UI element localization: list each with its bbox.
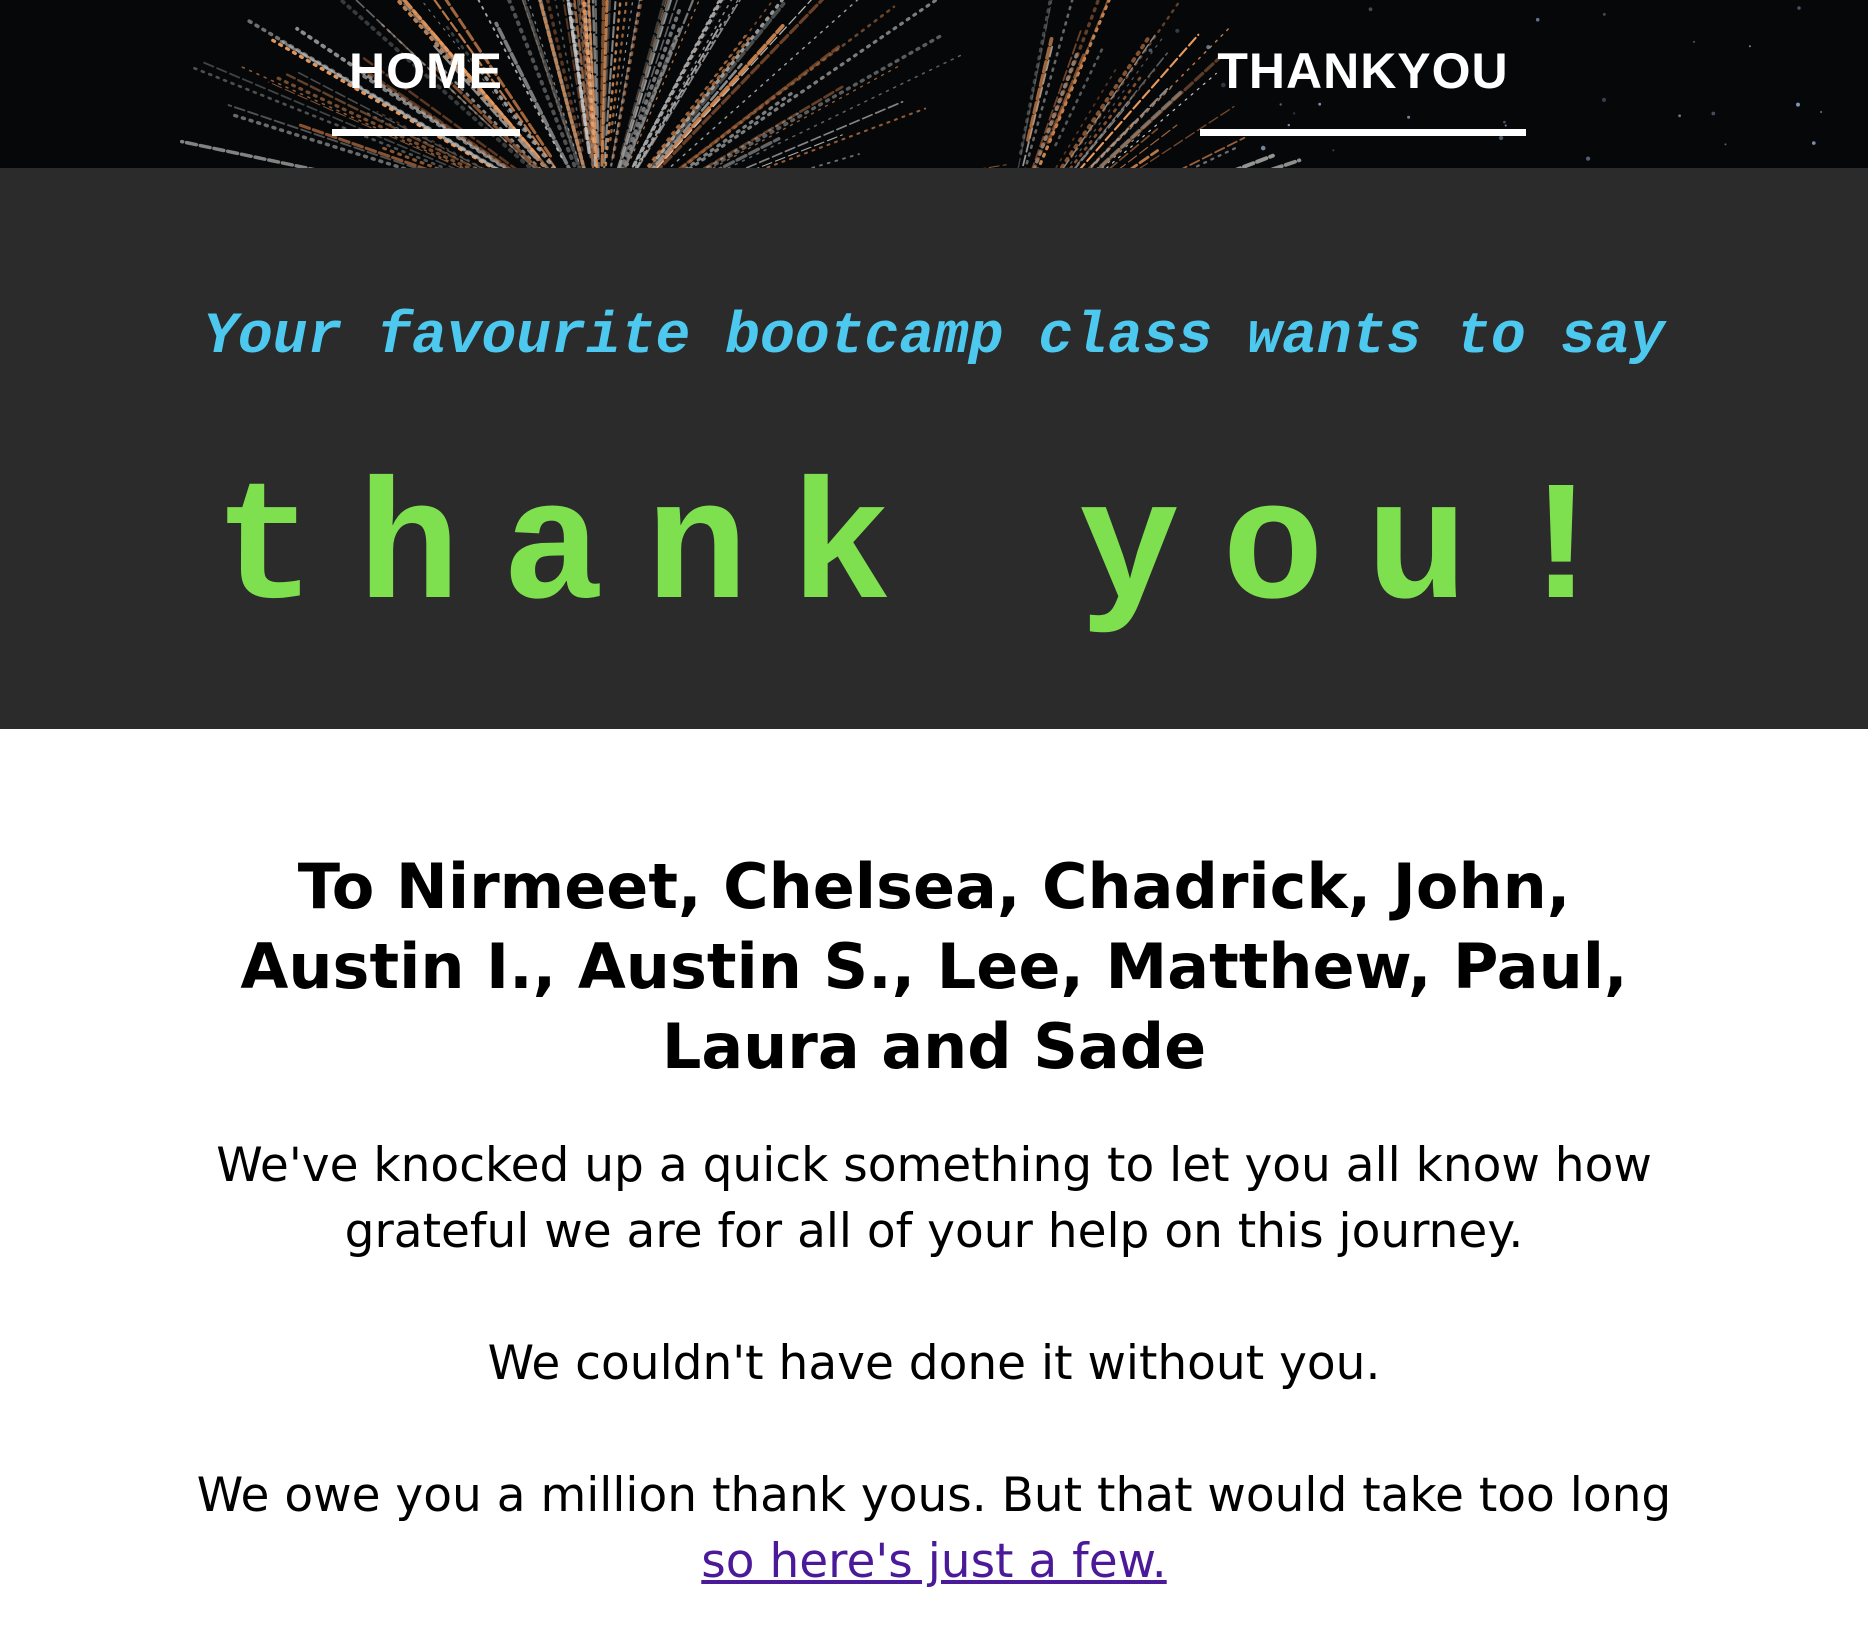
star-dot [1586, 156, 1591, 161]
page: HOME THANKYOU Your favourite bootcamp cl… [0, 0, 1868, 1636]
star-dot [1148, 48, 1153, 53]
paragraph-without-you: We couldn't have done it without you. [487, 1336, 1381, 1391]
star-dot [1332, 149, 1335, 152]
star-dot [1796, 102, 1800, 107]
firework-streak [1105, 72, 1217, 168]
star-dot [1711, 111, 1716, 116]
paragraph-million-thanks-text: We owe you a million thank yous. But tha… [196, 1468, 1672, 1523]
nav-thankyou-underline [1200, 129, 1526, 136]
fireworks-background [179, 0, 1823, 168]
star-dot [1724, 143, 1727, 146]
firework-streak [1270, 158, 1302, 168]
hero-title: thank you! [213, 456, 1655, 649]
star-dot [1820, 110, 1823, 114]
paragraph-grateful: We've knocked up a quick something to le… [216, 1138, 1652, 1259]
star-dot [1748, 45, 1751, 48]
star-dot [1797, 6, 1801, 10]
star-dot [1693, 40, 1695, 43]
firework-streak [1017, 0, 1053, 168]
star-dot [1175, 28, 1180, 33]
nav-home-label: HOME [349, 43, 503, 99]
paragraph-million-thanks: We owe you a million thank yous. But tha… [184, 1463, 1684, 1595]
just-a-few-link[interactable]: so here's just a few. [701, 1534, 1166, 1589]
nav-bar: HOME THANKYOU [0, 0, 1868, 168]
star-dot [1812, 141, 1816, 145]
nav-thankyou-label: THANKYOU [1217, 43, 1509, 99]
star-dot [1368, 7, 1373, 12]
firework-streak [1066, 34, 1166, 168]
nav-home-link[interactable]: HOME [332, 40, 520, 136]
star-dot [1498, 135, 1504, 141]
main-content: To Nirmeet, Chelsea, Chadrick, John, Aus… [0, 729, 1868, 1595]
hero-banner: Your favourite bootcamp class wants to s… [0, 168, 1868, 729]
nav-home-underline [332, 129, 520, 136]
star-dot [1601, 97, 1607, 102]
star-dot [1535, 17, 1540, 22]
nav-thankyou-link[interactable]: THANKYOU [1200, 40, 1526, 136]
recipients-heading: To Nirmeet, Chelsea, Chadrick, John, Aus… [240, 850, 1628, 1083]
star-dot [1678, 114, 1681, 118]
firework-streak [1051, 0, 1109, 136]
hero-subtitle: Your favourite bootcamp class wants to s… [203, 305, 1665, 370]
star-dot [1260, 145, 1266, 151]
star-dot [1602, 12, 1606, 16]
